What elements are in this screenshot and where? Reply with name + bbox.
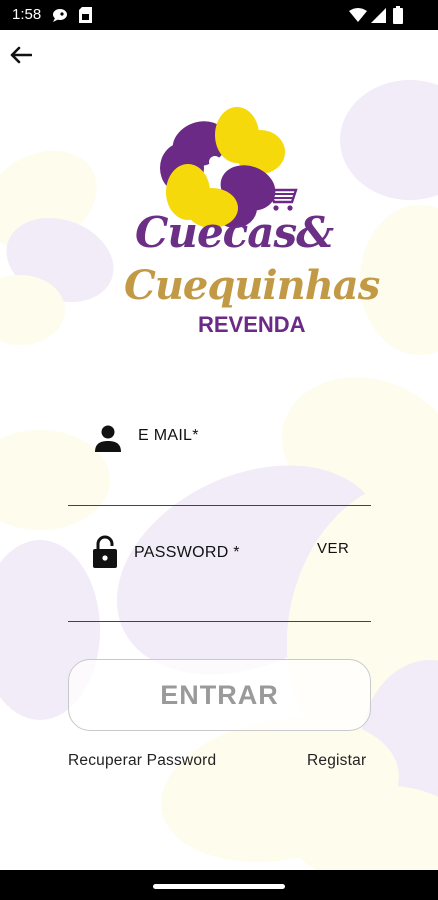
login-button[interactable]: ENTRAR	[68, 659, 371, 731]
brand-subtitle: REVENDA	[198, 312, 306, 337]
password-field[interactable]: PASSWORD * VER	[68, 535, 371, 622]
brand-name-line2: Cuequinhas	[124, 262, 380, 309]
person-icon	[95, 425, 121, 452]
password-label: PASSWORD *	[134, 544, 240, 561]
battery-icon	[393, 6, 403, 24]
email-label: E MAIL*	[138, 427, 199, 444]
sim-card-icon	[79, 7, 92, 23]
back-button[interactable]	[6, 40, 36, 70]
home-gesture-pill[interactable]	[153, 884, 285, 889]
lock-icon	[93, 535, 117, 568]
chat-bubble-icon	[53, 9, 67, 22]
status-bar: 1:58	[0, 0, 438, 30]
register-link[interactable]: Registar	[307, 752, 366, 770]
password-input[interactable]	[68, 585, 371, 617]
status-time: 1:58	[12, 6, 42, 23]
email-input[interactable]	[68, 469, 371, 501]
brand-name-line1: Cuecas&	[135, 208, 334, 257]
cellular-signal-icon	[371, 8, 386, 23]
recover-password-link[interactable]: Recuperar Password	[68, 752, 216, 770]
arrow-left-icon	[10, 46, 32, 64]
show-password-toggle[interactable]: VER	[317, 540, 349, 557]
wifi-icon	[349, 8, 367, 22]
email-field[interactable]: E MAIL*	[68, 420, 371, 506]
